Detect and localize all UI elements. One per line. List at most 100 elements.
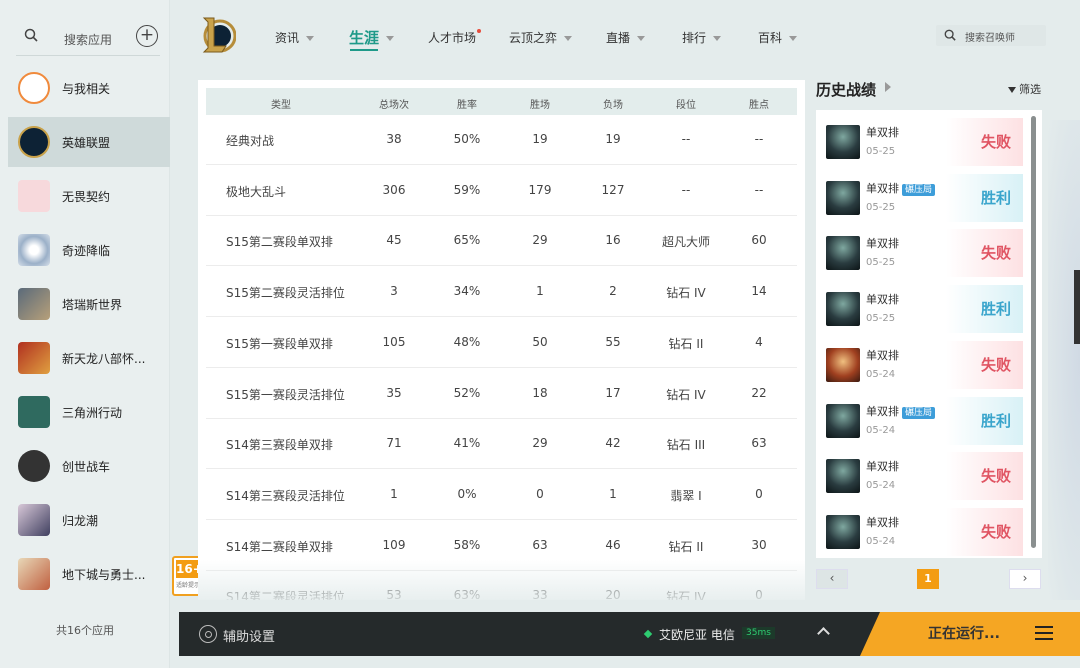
match-result: 失败 (946, 452, 1023, 501)
nav-tab-label: 百科 (758, 31, 783, 45)
table-cell: 16 (605, 233, 621, 248)
table-cell: 30 (751, 537, 767, 552)
nav-tab[interactable]: 排行 (682, 29, 722, 46)
app-search[interactable]: 搜索应用 + (16, 22, 160, 56)
table-cell: S15第二赛段灵活排位 (226, 286, 345, 301)
sidebar-app-item[interactable]: 地下城与勇士... (8, 549, 170, 599)
match-item[interactable]: 胜利 单双排 05-25 (826, 285, 1023, 334)
match-item[interactable]: 失败 单双排 05-25 (826, 229, 1023, 278)
column-header[interactable]: 段位 (646, 96, 726, 111)
table-cell: -- (681, 182, 691, 197)
nav-tab[interactable]: 人才市场 (428, 29, 482, 46)
match-item[interactable]: 胜利 单双排 碾压局 05-25 (826, 173, 1023, 222)
sidebar-app-item[interactable]: 无畏契约 (8, 171, 170, 221)
nav-tab-label: 排行 (682, 31, 707, 45)
sidebar-app-item[interactable]: 三角洲行动 (8, 387, 170, 437)
match-mode: 单双排 (866, 291, 899, 307)
column-header[interactable]: 类型 (241, 96, 321, 111)
running-status-button[interactable]: 正在运行... (860, 612, 1080, 656)
match-item[interactable]: 失败 单双排 05-24 (826, 507, 1023, 556)
nav-tab[interactable]: 云顶之弈 (509, 29, 573, 46)
sidebar-app-item[interactable]: 归龙潮 (8, 495, 170, 545)
match-item[interactable]: 失败 单双排 05-25 (826, 118, 1023, 166)
sidebar-app-label: 新天龙八部怀... (62, 352, 146, 366)
match-mode-label: 单双排 (866, 126, 899, 139)
nav-tab[interactable]: 直播 (606, 29, 646, 46)
server-name[interactable]: 艾欧尼亚 电信 (659, 626, 735, 643)
table-cell: 63 (532, 537, 548, 552)
table-row: S15第二赛段单双排 45 65% 29 16 超凡大师 60 (206, 216, 797, 267)
table-cell: -- (681, 132, 691, 146)
table-cell: 46 (605, 537, 621, 552)
match-result: 失败 (946, 340, 1023, 389)
chevron-down-icon[interactable] (306, 36, 315, 41)
prev-page-button[interactable]: ‹ (816, 569, 848, 589)
match-item[interactable]: 失败 单双排 05-24 (826, 340, 1023, 389)
lol-logo-icon[interactable] (200, 14, 236, 56)
chevron-up-icon[interactable] (817, 627, 830, 640)
background-decoration (1048, 120, 1080, 600)
table-cell: 34% (453, 284, 481, 299)
history-scrollbar[interactable] (1031, 116, 1036, 548)
nav-tab-label: 资讯 (275, 31, 300, 45)
notification-dot (477, 29, 482, 33)
match-date: 05-25 (866, 313, 896, 325)
nav-tab[interactable]: 资讯 (275, 29, 315, 46)
table-cell: 109 (382, 537, 406, 552)
table-row: 经典对战 38 50% 19 19 -- -- (206, 115, 797, 165)
side-handle[interactable] (1074, 270, 1080, 344)
assist-settings-button[interactable]: 辅助设置 (223, 626, 275, 645)
chevron-down-icon[interactable] (789, 36, 798, 41)
crossout-icon (18, 450, 50, 482)
add-app-icon[interactable]: + (136, 25, 158, 47)
match-mode: 单双排 (866, 347, 899, 363)
sidebar-app-item[interactable]: 创世战车 (8, 441, 170, 491)
table-row: S14第三赛段单双排 71 41% 29 42 钻石 III 63 (206, 419, 797, 470)
column-header[interactable]: 总场次 (354, 96, 434, 111)
next-page-button[interactable]: › (1009, 569, 1041, 589)
table-cell: 22 (751, 385, 767, 400)
history-title[interactable]: 历史战绩 (816, 79, 876, 100)
column-header[interactable]: 胜场 (500, 96, 580, 111)
match-mode: 单双排 (866, 235, 899, 251)
table-row: 极地大乱斗 306 59% 179 127 -- -- (206, 166, 797, 216)
sidebar-app-item[interactable]: 奇迹降临 (8, 225, 170, 275)
table-cell: 59% (453, 182, 481, 197)
table-cell: S15第一赛段灵活排位 (226, 387, 345, 402)
summoner-search[interactable]: 搜索召唤师 (936, 25, 1046, 46)
chevron-down-icon[interactable] (713, 36, 722, 41)
chevron-down-icon[interactable] (637, 36, 646, 41)
match-item[interactable]: 失败 单双排 05-24 (826, 452, 1023, 501)
menu-icon[interactable] (1035, 626, 1053, 640)
nav-tab[interactable]: 生涯 (349, 27, 395, 48)
match-item[interactable]: 胜利 单双排 碾压局 05-24 (826, 396, 1023, 445)
chevron-right-icon[interactable] (885, 82, 891, 92)
chevron-down-icon[interactable] (564, 36, 573, 41)
running-label: 正在运行... (928, 626, 1000, 642)
table-cell: 1 (390, 486, 398, 501)
column-header[interactable]: 胜率 (427, 96, 507, 111)
sidebar-app-item[interactable]: 英雄联盟 (8, 117, 170, 167)
table-cell: S15第二赛段单双排 (226, 235, 333, 250)
table-cell: 71 (386, 436, 402, 451)
valorant-icon (18, 180, 50, 212)
table-cell: -- (754, 182, 764, 197)
sidebar-app-item[interactable]: 塔瑞斯世界 (8, 279, 170, 329)
sidebar-app-label: 无畏契约 (62, 190, 111, 204)
settings-icon[interactable] (199, 625, 217, 643)
column-header[interactable]: 负场 (573, 96, 653, 111)
chevron-down-icon[interactable] (386, 36, 395, 41)
filter-button[interactable]: 筛选 (1008, 81, 1041, 97)
match-tag: 碾压局 (902, 183, 936, 196)
sidebar-app-label: 三角洲行动 (62, 406, 123, 420)
match-mode: 单双排 (866, 458, 899, 474)
current-page[interactable]: 1 (917, 569, 939, 589)
ping-badge: 35ms (742, 627, 775, 639)
sidebar-app-item[interactable]: 与我相关 (8, 63, 170, 113)
nav-tab[interactable]: 百科 (758, 29, 798, 46)
table-cell: 17 (605, 385, 621, 400)
table-cell: 钻石 III (666, 438, 706, 453)
sidebar-app-item[interactable]: 新天龙八部怀... (8, 333, 170, 383)
table-cell: 0 (536, 486, 544, 501)
column-header[interactable]: 胜点 (719, 96, 799, 111)
